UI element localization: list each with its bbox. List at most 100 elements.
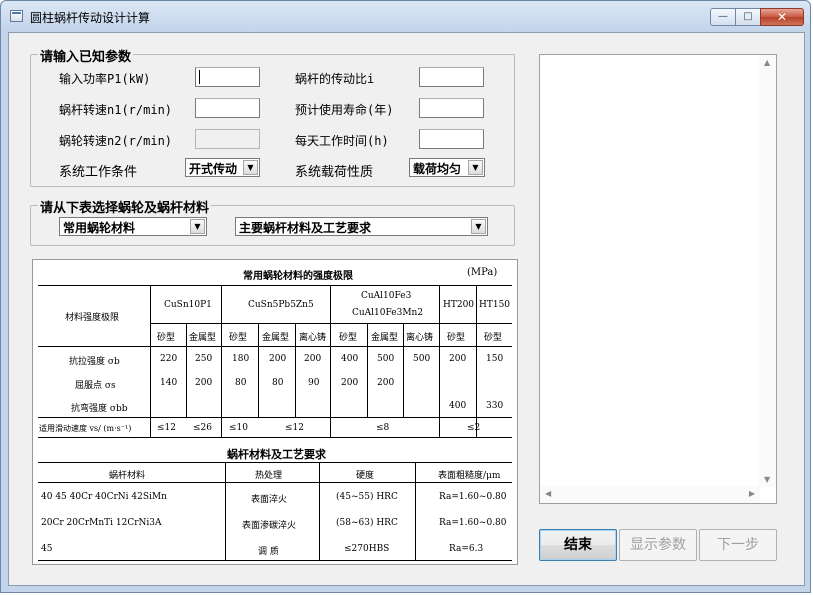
wheel-speed-label: 蜗轮转速n2(r/min) (59, 134, 173, 148)
daily-hours-field[interactable] (419, 129, 484, 149)
chevron-down-icon: ▼ (243, 160, 258, 175)
window-title: 圆柱蜗杆传动设计计算 (30, 11, 151, 25)
cell: 400 (341, 354, 359, 364)
cast-type: 离心铸 (406, 333, 434, 343)
finish-button[interactable]: 结束 (539, 529, 617, 561)
worm-cell: Ra=1.60~0.80 (439, 492, 507, 502)
cell: 500 (377, 354, 395, 364)
cast-type: 金属型 (371, 333, 399, 343)
row-label: 抗拉强度 σb (69, 357, 120, 367)
daily-hours-label: 每天工作时间(h) (295, 134, 389, 148)
row-label: 屈服点 σs (75, 381, 116, 391)
chevron-down-icon: ▼ (471, 219, 486, 234)
vertical-scrollbar[interactable]: ▲ ▼ (759, 55, 776, 487)
speed-cell: ≤2 (467, 423, 481, 433)
chevron-down-icon: ▼ (468, 160, 483, 175)
known-params-group: 请输入已知参数 输入功率P1(kW) 蜗杆转速n1(r/min) 蜗轮转速n2(… (30, 46, 515, 187)
row-header-label: 材料强度极限 (65, 313, 120, 323)
worm-cell: 40 45 40Cr 40CrNi 42SiMn (41, 492, 167, 502)
cell: 90 (308, 378, 320, 388)
speed-cell: ≤10 (229, 423, 248, 433)
cast-type: 离心铸 (299, 333, 327, 343)
load-nature-select[interactable]: 载荷均匀 ▼ (409, 158, 485, 177)
row-label: 抗弯强度 σbb (71, 404, 128, 414)
worm-cell: Ra=1.60~0.80 (439, 518, 507, 528)
results-listbox[interactable]: ▲ ▼ ◀ ▶ (539, 54, 777, 504)
worm-cell: 20Cr 20CrMnTi 12CrNi3A (41, 518, 162, 528)
speed-cell: ≤26 (193, 423, 212, 433)
worm-col-header: 热处理 (255, 471, 283, 481)
worm-cell: (45~55) HRC (336, 492, 398, 502)
worm-cell: 表面渗碳淬火 (242, 521, 297, 531)
cast-type: 金属型 (189, 333, 217, 343)
work-condition-select[interactable]: 开式传动 ▼ (185, 158, 260, 177)
life-field[interactable] (419, 98, 484, 118)
ratio-field[interactable] (419, 67, 484, 87)
app-window: 圆柱蜗杆传动设计计算 — □ ✕ 请输入已知参数 输入功率P1(kW) 蜗杆转速… (0, 0, 811, 593)
cell: 200 (377, 378, 395, 388)
worm-col-header: 表面粗糙度/μm (438, 471, 501, 481)
worm-cell: 调 质 (258, 547, 279, 557)
material-select-title: 请从下表选择蜗轮及蜗杆材料 (38, 197, 212, 216)
cell: 400 (449, 401, 467, 411)
show-params-button[interactable]: 显示参数 (619, 529, 697, 561)
material-header: HT150 (479, 300, 511, 310)
speed-cell: ≤12 (157, 423, 176, 433)
maximize-button[interactable]: □ (735, 8, 761, 26)
cell: 150 (486, 354, 504, 364)
text-caret (199, 70, 200, 84)
cast-type: 砂型 (447, 333, 466, 343)
cell: 200 (341, 378, 359, 388)
input-power-label: 输入功率P1(kW) (59, 72, 151, 86)
minimize-button[interactable]: — (710, 8, 736, 26)
scroll-up-icon[interactable]: ▲ (764, 58, 770, 67)
load-nature-label: 系统载荷性质 (295, 165, 374, 180)
worm-cell: (58~63) HRC (336, 518, 398, 528)
scroll-right-icon[interactable]: ▶ (749, 489, 755, 498)
cell: 250 (195, 354, 213, 364)
scroll-left-icon[interactable]: ◀ (545, 489, 551, 498)
cell: 200 (195, 378, 213, 388)
material-header: CuAl10Fe3 (361, 291, 412, 301)
known-params-title: 请输入已知参数 (38, 46, 134, 65)
worm-speed-field[interactable] (195, 98, 260, 118)
worm-cell: ≤270HBS (344, 544, 390, 554)
wheel-material-select[interactable]: 常用蜗轮材料 ▼ (59, 217, 207, 236)
cell: 80 (235, 378, 247, 388)
worm-material-select[interactable]: 主要蜗杆材料及工艺要求 ▼ (235, 217, 488, 236)
worm-cell: Ra=6.3 (449, 544, 484, 554)
input-power-field[interactable] (195, 67, 260, 87)
app-icon (10, 10, 23, 22)
cell: 140 (160, 378, 178, 388)
cell: 200 (449, 354, 467, 364)
life-label: 预计使用寿命(年) (295, 103, 394, 117)
worm-table-title: 蜗杆材料及工艺要求 (227, 448, 326, 461)
cast-type: 砂型 (339, 333, 358, 343)
material-header: CuSn10P1 (164, 300, 212, 310)
material-table-image: 常用蜗轮材料的强度极限 (MPa) 材料强度极限 CuSn10P1 CuSn5P… (32, 259, 518, 565)
cell: 80 (272, 378, 284, 388)
cell: 180 (232, 354, 250, 364)
worm-col-header: 硬度 (356, 471, 375, 481)
close-button[interactable]: ✕ (760, 8, 804, 26)
unit-label: (MPa) (467, 267, 498, 278)
material-header: HT200 (443, 300, 475, 310)
worm-cell: 45 (41, 544, 53, 554)
material-select-group: 请从下表选择蜗轮及蜗杆材料 常用蜗轮材料 ▼ 主要蜗杆材料及工艺要求 ▼ (30, 197, 515, 246)
wheel-table-title: 常用蜗轮材料的强度极限 (243, 271, 353, 282)
title-bar[interactable]: 圆柱蜗杆传动设计计算 — □ ✕ (1, 1, 810, 31)
scroll-down-icon[interactable]: ▼ (764, 475, 770, 484)
cell: 330 (486, 401, 504, 411)
cast-type: 砂型 (157, 333, 176, 343)
horizontal-scrollbar[interactable]: ◀ ▶ (540, 486, 760, 503)
worm-speed-label: 蜗杆转速n1(r/min) (59, 103, 173, 117)
wheel-speed-field (195, 129, 260, 149)
material-header: CuAl10Fe3Mn2 (352, 308, 424, 318)
ratio-label: 蜗杆的传动比i (295, 72, 375, 86)
material-header: CuSn5Pb5Zn5 (248, 300, 314, 310)
cell: 500 (413, 354, 431, 364)
cell: 200 (269, 354, 287, 364)
next-button[interactable]: 下一步 (699, 529, 777, 561)
work-condition-label: 系统工作条件 (59, 165, 138, 180)
cast-type: 砂型 (229, 333, 248, 343)
